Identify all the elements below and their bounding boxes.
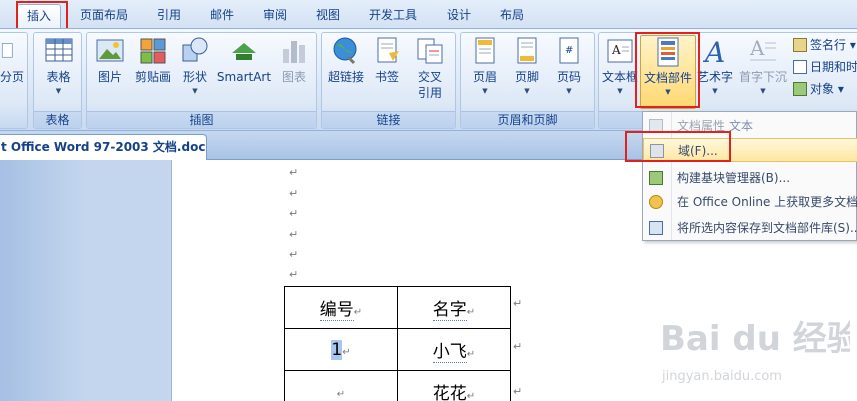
group-pages: 分页	[0, 32, 28, 129]
chevron-down-icon: ▼	[55, 87, 62, 95]
cross-reference-button[interactable]: 交叉 引用	[408, 35, 452, 101]
table-cell[interactable]: 1↵	[284, 328, 398, 371]
drop-cap-button[interactable]: A 首字下沉 ▼	[735, 35, 791, 97]
chevron-down-icon: ▼	[712, 87, 718, 95]
group-label-links: 链接	[322, 111, 455, 128]
tab-design[interactable]: 设计	[437, 4, 481, 29]
highlight-quick-parts	[635, 32, 700, 108]
paragraph-mark: ↵	[289, 207, 299, 220]
footer-button[interactable]: 页脚 ▼	[507, 35, 547, 97]
bookmark-icon	[377, 37, 399, 63]
chart-icon	[283, 41, 305, 63]
tab-page-layout[interactable]: 页面布局	[72, 4, 136, 29]
tab-review[interactable]: 审阅	[253, 4, 297, 29]
document-tab[interactable]: t Office Word 97-2003 文档.doc *	[0, 134, 207, 160]
baidu-watermark: Bai du 经验 jingyan.baidu.com	[660, 319, 850, 384]
paragraph-mark: ↵	[289, 228, 299, 241]
svg-text:Bai du 经验: Bai du 经验	[660, 319, 850, 359]
smartart-icon	[232, 43, 256, 60]
picture-button[interactable]: 图片	[91, 35, 129, 85]
table-cell[interactable]: 小飞↵	[397, 328, 511, 371]
word-window: 插入 页面布局 引用 邮件 审阅 视图 开发工具 设计 布局 分页 表格 ▼ 表…	[0, 0, 857, 401]
group-label-header-footer: 页眉和页脚	[461, 111, 594, 128]
signature-line-button[interactable]: 签名行 ▾	[793, 36, 856, 54]
hyperlink-button[interactable]: 超链接	[324, 35, 368, 85]
page-break-button[interactable]: 分页	[0, 35, 27, 85]
chevron-down-icon: ▼	[482, 87, 488, 95]
save-selection-icon	[649, 221, 663, 235]
chevron-down-icon: ▼	[566, 87, 572, 95]
signature-icon	[793, 38, 807, 52]
group-table: 表格 ▼ 表格	[33, 32, 82, 129]
picture-icon	[96, 39, 124, 62]
tab-references[interactable]: 引用	[147, 4, 191, 29]
table-cell[interactable]: ↵	[284, 370, 398, 401]
paragraph-mark: ↵	[289, 187, 299, 200]
row-end-mark: ↵	[513, 340, 523, 353]
menu-item-building-blocks-organizer[interactable]: 构建基块管理器(B)...	[643, 166, 857, 190]
chevron-down-icon: ▼	[760, 87, 766, 95]
document-table[interactable]: 编号↵ 名字↵ 1↵ 小飞↵ ↵ 花花↵	[284, 286, 511, 401]
paragraph-mark: ↵	[289, 248, 299, 261]
group-illustrations: 图片 剪贴画 形状 ▼ SmartArt 图表 插图	[86, 32, 317, 129]
table-button[interactable]: 表格 ▼	[36, 35, 81, 97]
shapes-icon	[182, 37, 208, 62]
tab-mailings[interactable]: 邮件	[200, 4, 244, 29]
tab-layout[interactable]: 布局	[490, 4, 534, 29]
bookmark-button[interactable]: 书签	[370, 35, 404, 85]
object-icon	[793, 82, 807, 96]
table-row: 1↵ 小飞↵	[284, 328, 511, 371]
footer-icon	[517, 37, 537, 64]
table-icon	[45, 38, 72, 62]
chart-button[interactable]: 图表	[275, 35, 313, 85]
menu-item-save-selection[interactable]: 将所选内容保存到文档部件库(S)...	[643, 216, 857, 240]
row-end-mark: ↵	[513, 297, 523, 310]
ribbon-tab-strip: 插入 页面布局 引用 邮件 审阅 视图 开发工具 设计 布局	[0, 0, 857, 29]
cross-reference-icon	[417, 38, 443, 64]
svg-text:jingyan.baidu.com: jingyan.baidu.com	[661, 369, 782, 384]
svg-text:#: #	[565, 45, 573, 56]
chevron-down-icon: ▼	[524, 87, 530, 95]
shapes-button[interactable]: 形状 ▼	[177, 35, 213, 97]
highlight-field-item	[625, 131, 731, 162]
row-end-mark: ↵	[513, 385, 523, 398]
paragraph-mark: ↵	[289, 268, 299, 281]
svg-text:A: A	[749, 36, 765, 60]
svg-text:A: A	[611, 43, 621, 57]
table-row: 编号↵ 名字↵	[284, 286, 511, 329]
calendar-icon	[793, 60, 807, 74]
page-number-button[interactable]: # 页码 ▼	[549, 35, 589, 97]
chevron-down-icon: ▼	[192, 87, 198, 95]
table-cell[interactable]: 编号↵	[284, 286, 398, 329]
page-icon	[1, 43, 13, 58]
globe-link-icon	[333, 37, 357, 65]
tab-developer[interactable]: 开发工具	[360, 4, 426, 29]
group-label-table: 表格	[34, 111, 81, 128]
group-header-footer: 页眉 ▼ 页脚 ▼ # 页码 ▼ 页眉和页脚	[460, 32, 595, 129]
wordart-button[interactable]: A 艺术字 ▼	[697, 35, 733, 97]
clipart-icon	[140, 38, 166, 64]
clipart-button[interactable]: 剪贴画	[131, 35, 175, 85]
tab-view[interactable]: 视图	[306, 4, 350, 29]
table-row: ↵ 花花↵	[284, 370, 511, 401]
header-icon	[475, 37, 495, 64]
group-links: 超链接 书签 交叉 引用 链接	[321, 32, 456, 129]
date-time-button[interactable]: 日期和时	[793, 58, 857, 76]
drop-cap-icon: A	[749, 36, 776, 61]
page-number-icon: #	[559, 37, 579, 64]
svg-text:A: A	[702, 36, 725, 67]
paragraph-mark: ↵	[289, 166, 299, 179]
menu-item-office-online[interactable]: 在 Office Online 上获取更多文档部件	[643, 190, 857, 214]
smartart-button[interactable]: SmartArt	[215, 35, 273, 85]
group-label-illustrations: 插图	[87, 111, 316, 128]
building-blocks-icon	[649, 171, 663, 185]
table-cell[interactable]: 花花↵	[397, 370, 511, 401]
table-cell[interactable]: 名字↵	[397, 286, 511, 329]
object-button[interactable]: 对象 ▾	[793, 80, 844, 98]
header-button[interactable]: 页眉 ▼	[465, 35, 505, 97]
wordart-icon: A	[702, 36, 725, 67]
office-online-icon	[649, 195, 663, 209]
textbox-icon: A	[607, 39, 633, 63]
